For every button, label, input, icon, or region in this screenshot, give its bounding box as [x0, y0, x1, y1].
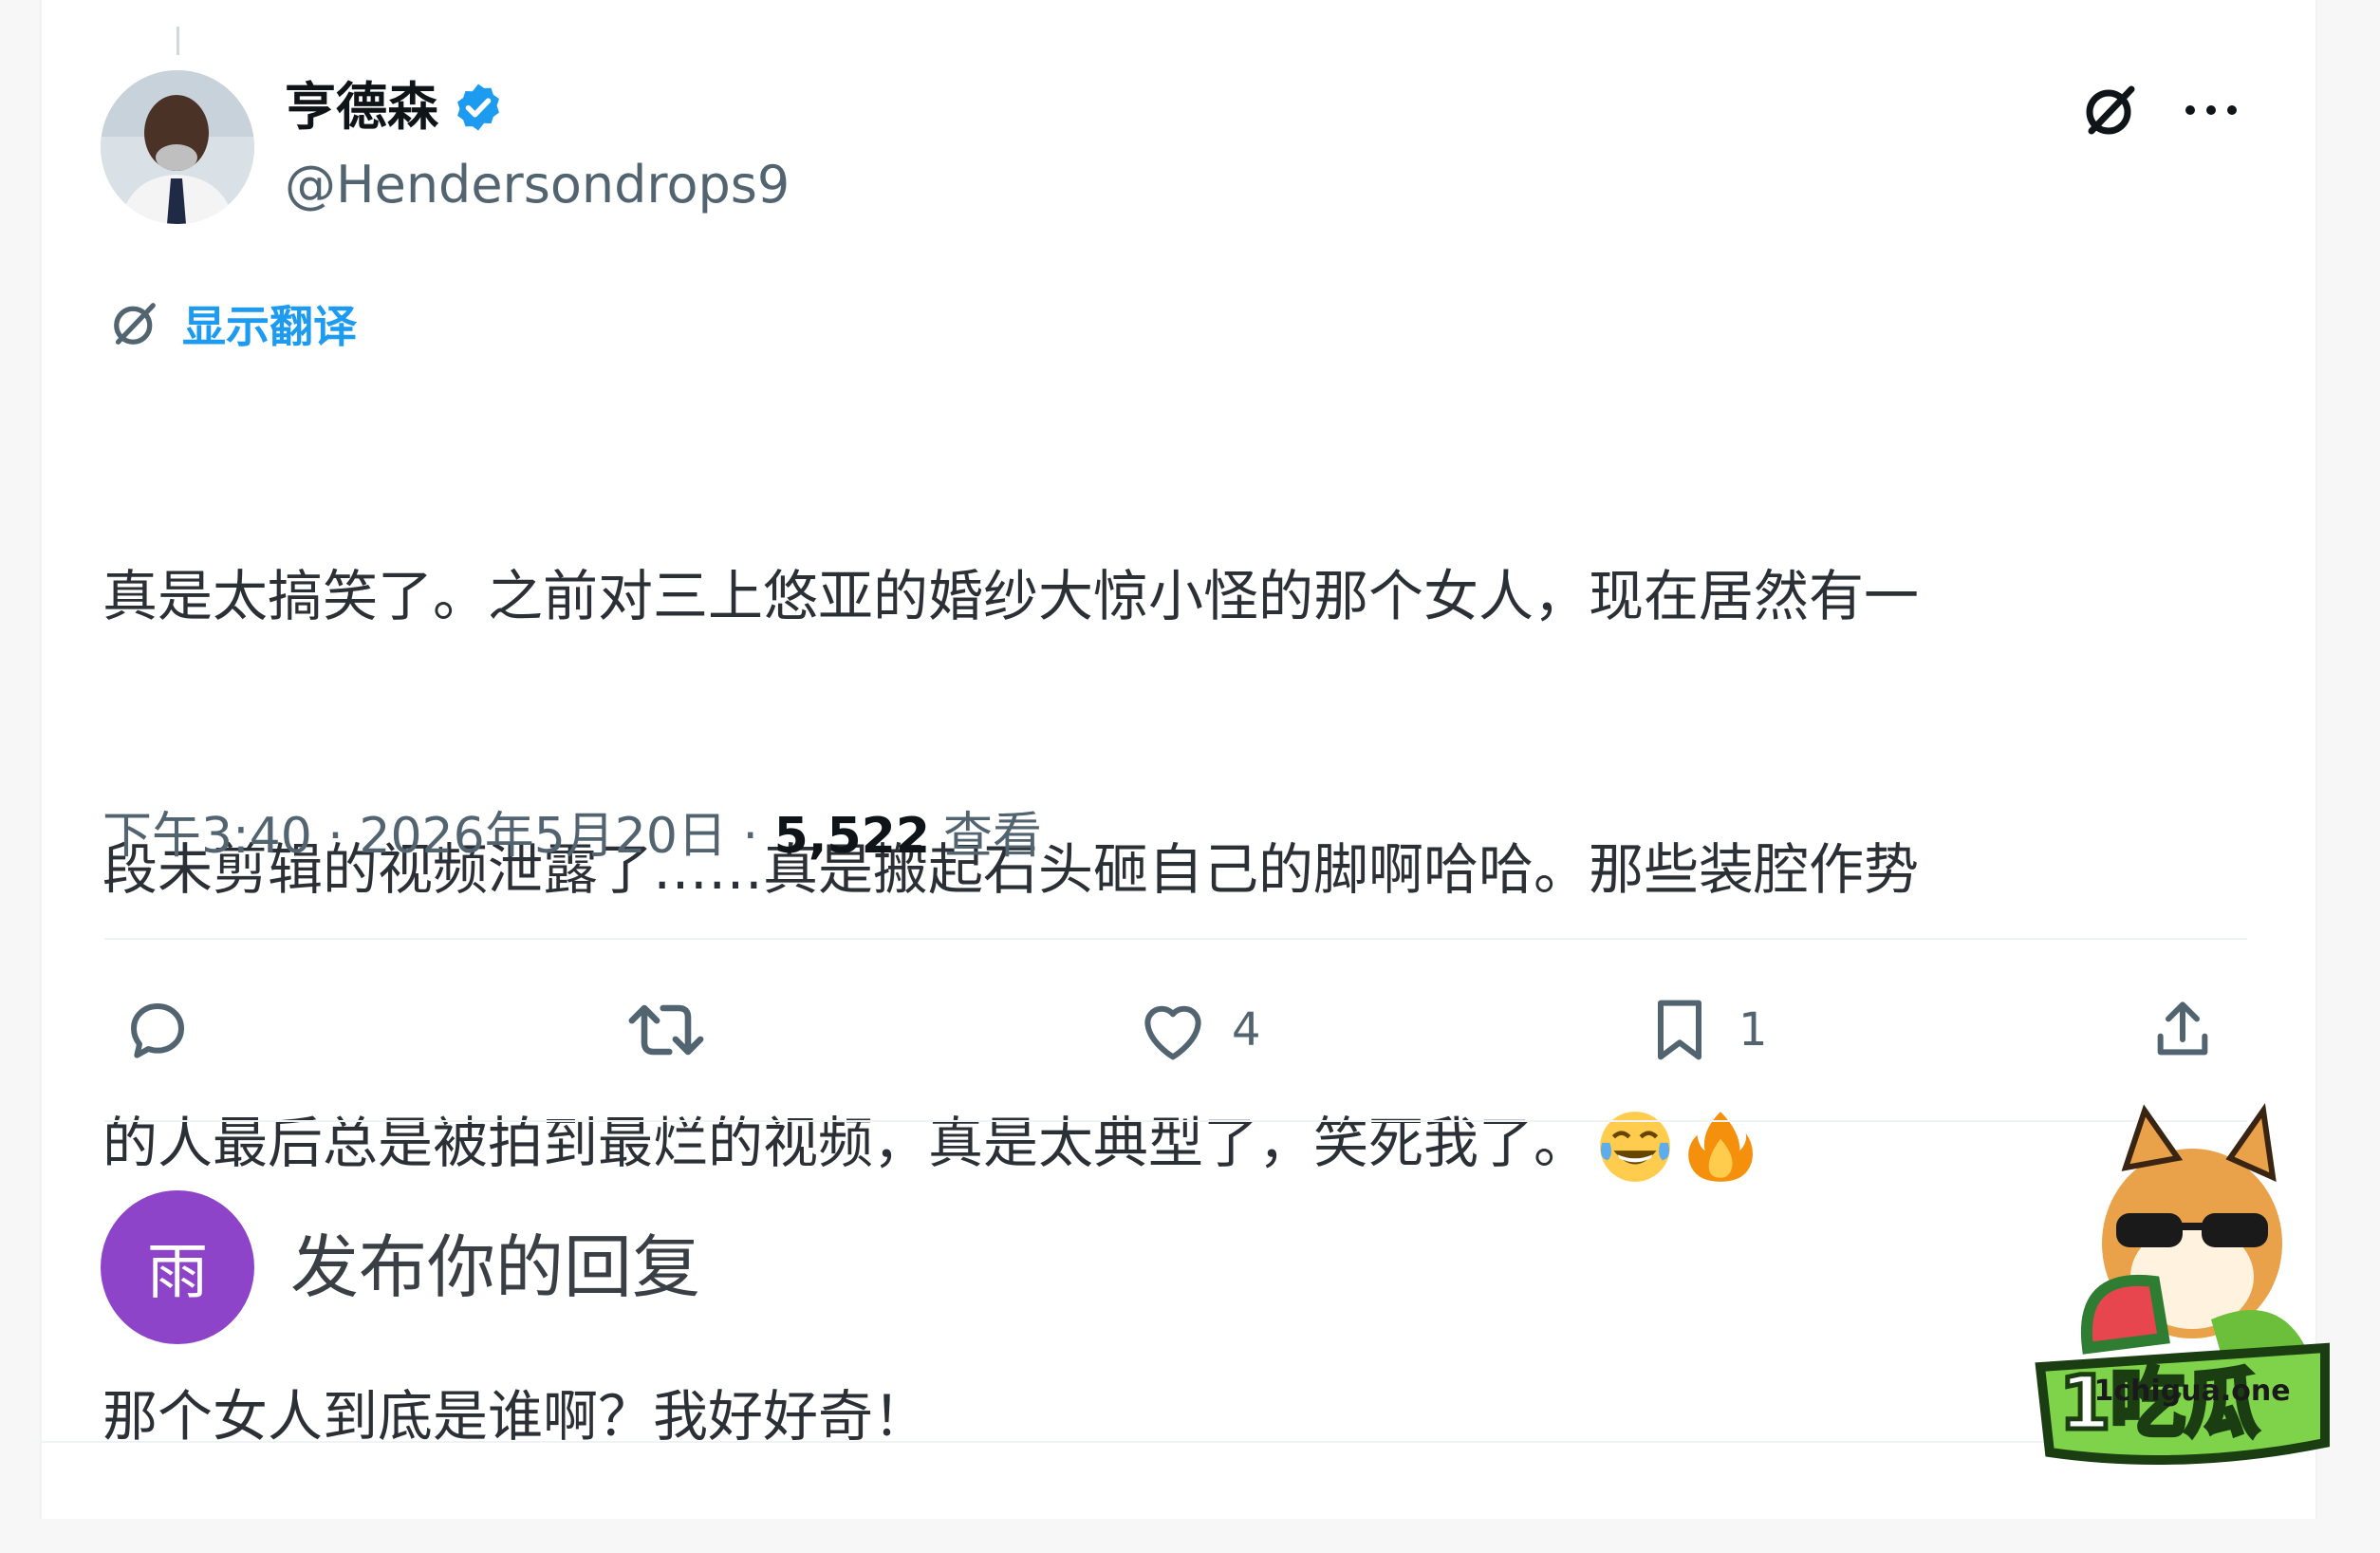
tweet-meta: 下午3:40 · 2026年5月20日 · 5,522 查看: [102, 803, 1042, 870]
tweet-line-1: 真是太搞笑了。之前对三上悠亚的婚纱大惊小怪的那个女人，现在居然有一: [102, 564, 1920, 628]
like-count: 4: [1232, 1003, 1261, 1057]
show-translation-link[interactable]: 显示翻译: [108, 292, 357, 355]
author-avatar[interactable]: [101, 70, 254, 224]
meta-separator: ·: [311, 808, 360, 865]
reply-input[interactable]: 发布你的回复: [290, 1225, 700, 1310]
reply-icon: [131, 1003, 184, 1058]
author-display-name[interactable]: 亨德森: [285, 74, 505, 140]
grok-icon[interactable]: [2080, 80, 2141, 140]
retweet-button[interactable]: [623, 987, 710, 1073]
watermark-url: 1chigua.one: [2093, 1375, 2291, 1408]
verified-badge-icon: [457, 84, 499, 131]
author-photo: [101, 70, 254, 224]
tweet-line-3: 的人最后总是被拍到最烂的视频，真是太典型了，笑死我了。: [102, 1097, 2247, 1188]
divider-footer: [40, 1441, 2314, 1443]
retweet-icon: [628, 1004, 704, 1056]
share-icon: [2157, 1001, 2208, 1056]
view-count: 5,522: [773, 808, 931, 865]
show-translation-label: 显示翻译: [182, 301, 357, 352]
heart-icon: [1144, 1005, 1201, 1060]
site-watermark-logo: 1吃瓜: [2035, 1103, 2330, 1465]
reply-button[interactable]: [120, 987, 195, 1073]
bookmark-icon: [1658, 1000, 1701, 1060]
tweet-time[interactable]: 下午3:40: [102, 803, 312, 870]
reply-user-avatar: 雨: [101, 1190, 254, 1344]
thread-line: [177, 27, 179, 55]
author-handle[interactable]: @Hendersondrops9: [285, 152, 790, 218]
tweet-text: 真是太搞笑了。之前对三上悠亚的婚纱大惊小怪的那个女人，现在居然有一 段未剪辑的视…: [102, 368, 2247, 1553]
translate-icon: [114, 303, 156, 345]
tweet-line-4: 那个女人到底是谁啊？我好好奇！: [102, 1384, 929, 1449]
action-bar: 4 1: [104, 987, 2247, 1073]
tweet-date[interactable]: 2026年5月20日: [359, 803, 727, 870]
divider-top: [104, 938, 2247, 940]
meta-separator-2: ·: [726, 808, 774, 865]
more-options-icon[interactable]: [2181, 91, 2241, 129]
view-label: 查看: [943, 808, 1043, 865]
bookmark-button[interactable]: 1: [1642, 987, 1768, 1073]
like-button[interactable]: 4: [1135, 987, 1261, 1073]
author-name-text: 亨德森: [285, 77, 438, 137]
divider-bottom: [104, 1120, 2247, 1122]
share-button[interactable]: [2145, 987, 2221, 1073]
bookmark-count: 1: [1739, 1003, 1768, 1057]
